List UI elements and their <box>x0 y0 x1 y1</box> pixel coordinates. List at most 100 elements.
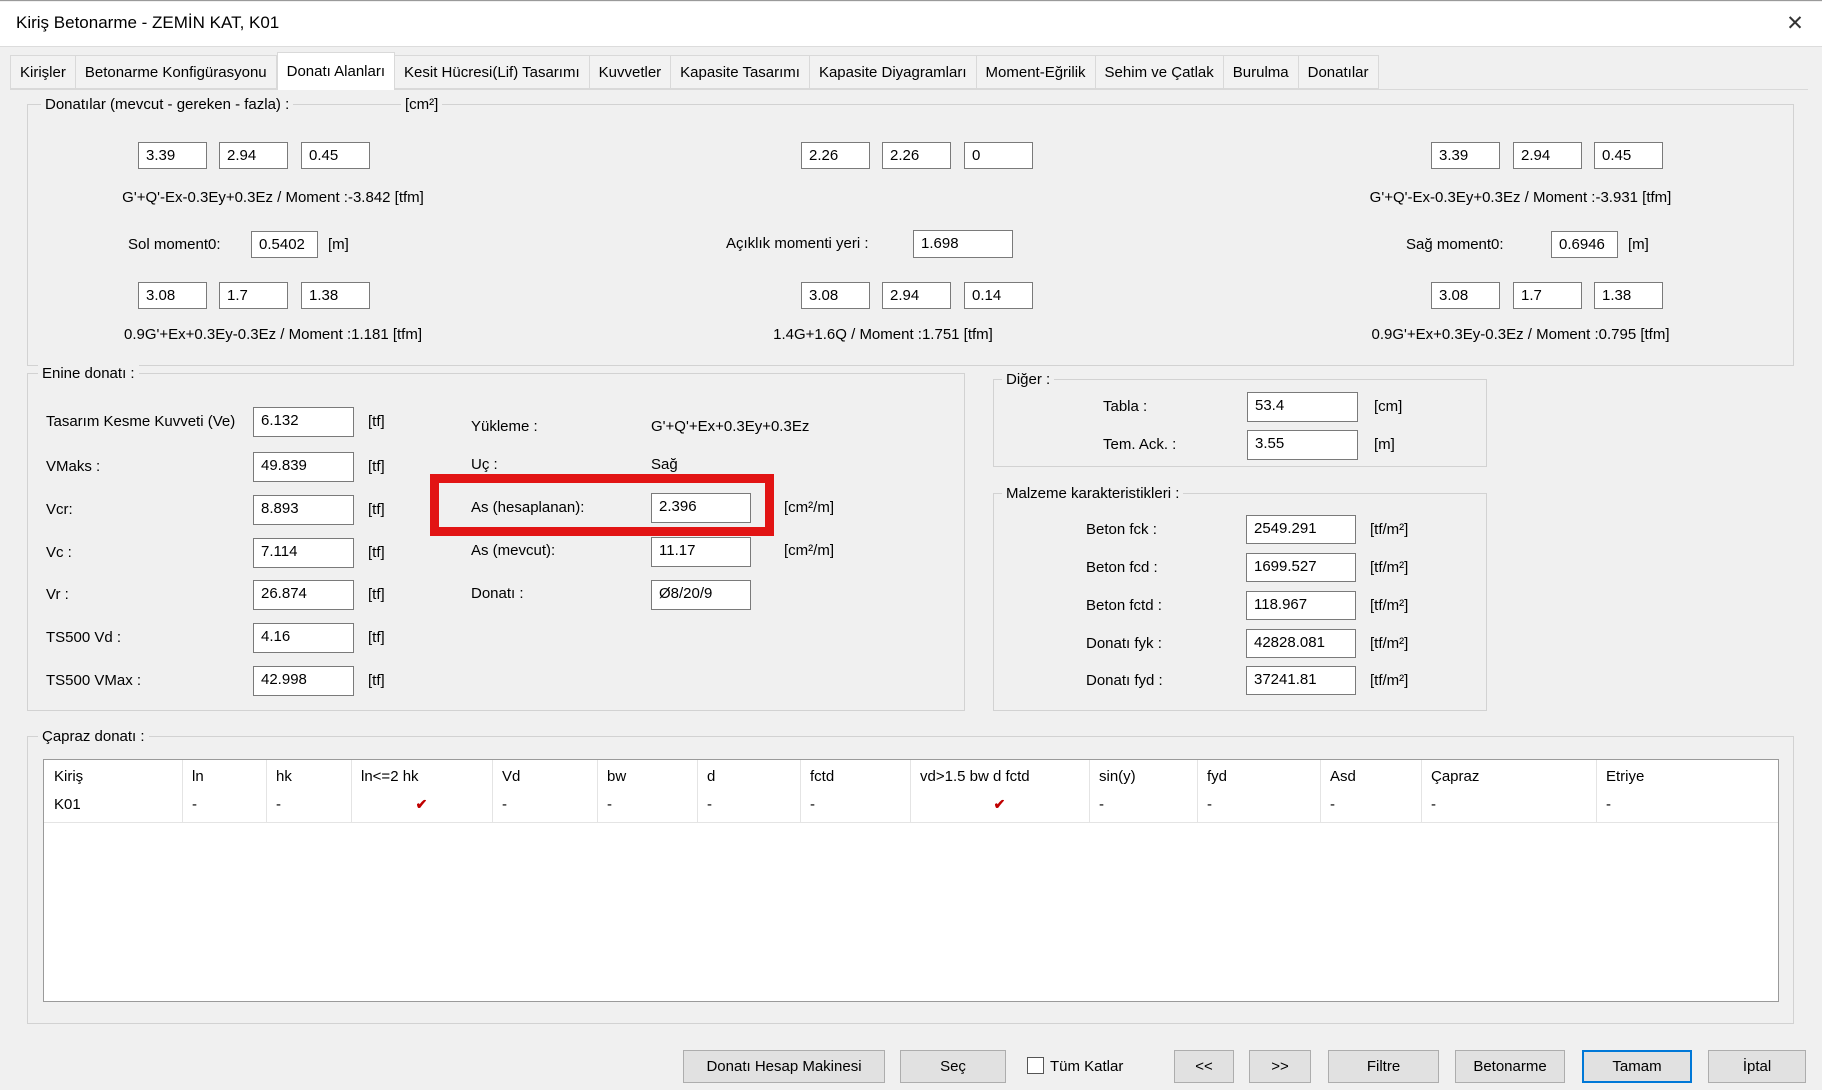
donatilar-middle-bottom-gereken-field[interactable]: 2.94 <box>882 282 951 309</box>
sol-moment0-field[interactable]: 0.5402 <box>251 231 318 258</box>
donati-hesap-makinesi-button[interactable]: Donatı Hesap Makinesi <box>683 1050 885 1083</box>
cell-sin-y: - <box>1099 796 1104 813</box>
tem-ack-unit: [m] <box>1374 436 1395 453</box>
diger-group: Diğer : Tabla : 53.4 [cm] Tem. Ack. : 3.… <box>993 379 1487 467</box>
donatilar-middle-bottom-fazla-field[interactable]: 0.14 <box>964 282 1033 309</box>
diger-group-title: Diğer : <box>1002 371 1054 388</box>
cell-etriye: - <box>1606 796 1611 813</box>
tab-betonarme-konfigurasyonu[interactable]: Betonarme Konfigürasyonu <box>76 55 277 89</box>
donatilar-right-top-fazla-field[interactable]: 0.45 <box>1594 142 1663 169</box>
capraz-donati-group: Çapraz donatı : Kiriş ln hk ln<=2 hk Vd … <box>27 736 1794 1024</box>
betonarme-button[interactable]: Betonarme <box>1455 1050 1565 1083</box>
vc-unit: [tf] <box>368 544 385 561</box>
tab-donati-alanlari[interactable]: Donatı Alanları <box>277 52 395 90</box>
cell-bw: - <box>607 796 612 813</box>
ts500-vmax-field[interactable]: 42.998 <box>253 666 354 696</box>
as-hesaplanan-field[interactable]: 2.396 <box>651 493 751 523</box>
donati-fyd-unit: [tf/m²] <box>1370 672 1408 689</box>
beton-fck-field[interactable]: 2549.291 <box>1246 515 1356 544</box>
donatilar-middle-bottom-mevcut-field[interactable]: 3.08 <box>801 282 870 309</box>
tab-kesit-hucresi-lif-tasarimi[interactable]: Kesit Hücresi(Lif) Tasarımı <box>395 55 590 89</box>
tem-ack-label: Tem. Ack. : <box>1103 436 1176 453</box>
as-mevcut-field[interactable]: 11.17 <box>651 537 751 567</box>
vc-field[interactable]: 7.114 <box>253 538 354 568</box>
tabla-unit: [cm] <box>1374 398 1402 415</box>
tasarim-kesme-kuvveti-field[interactable]: 6.132 <box>253 407 354 437</box>
donati-fyk-label: Donatı fyk : <box>1086 635 1162 652</box>
donati-fyk-field[interactable]: 42828.081 <box>1246 629 1356 658</box>
as-mevcut-label: As (mevcut): <box>471 542 555 559</box>
beton-fctd-label: Beton fctd : <box>1086 597 1162 614</box>
donatilar-left-top-fazla-field[interactable]: 0.45 <box>301 142 370 169</box>
col-fctd: fctd <box>810 768 834 785</box>
col-hk: hk <box>276 768 292 785</box>
beton-fck-unit: [tf/m²] <box>1370 521 1408 538</box>
vr-label: Vr : <box>46 586 69 603</box>
tab-kuvvetler[interactable]: Kuvvetler <box>590 55 672 89</box>
donatilar-left-top-mevcut-field[interactable]: 3.39 <box>138 142 207 169</box>
vmaks-unit: [tf] <box>368 458 385 475</box>
donatilar-middle-top-gereken-field[interactable]: 2.26 <box>882 142 951 169</box>
iptal-button[interactable]: İptal <box>1708 1050 1806 1083</box>
aciklik-momenti-yeri-label: Açıklık momenti yeri : <box>726 235 869 252</box>
tamam-button[interactable]: Tamam <box>1582 1050 1692 1083</box>
donatilar-middle-top-mevcut-field[interactable]: 2.26 <box>801 142 870 169</box>
ts500-vd-field[interactable]: 4.16 <box>253 623 354 653</box>
tum-katlar-label: Tüm Katlar <box>1050 1058 1123 1075</box>
ts500-vd-unit: [tf] <box>368 629 385 646</box>
col-vd-15-bw-d-fctd: vd>1.5 bw d fctd <box>920 768 1030 785</box>
malzeme-group-title: Malzeme karakteristikleri : <box>1002 485 1183 502</box>
yukleme-label: Yükleme : <box>471 418 538 435</box>
tab-kapasite-diyagramlari[interactable]: Kapasite Diyagramları <box>810 55 977 89</box>
tab-moment-egrilik[interactable]: Moment-Eğrilik <box>977 55 1096 89</box>
tab-donatilar[interactable]: Donatılar <box>1299 55 1379 89</box>
tab-kirisler[interactable]: Kirişler <box>10 55 76 89</box>
tum-katlar-checkbox[interactable] <box>1027 1057 1044 1074</box>
next-button[interactable]: >> <box>1249 1050 1311 1083</box>
donatilar-right-bottom-gereken-field[interactable]: 1.7 <box>1513 282 1582 309</box>
donatilar-left-top-gereken-field[interactable]: 2.94 <box>219 142 288 169</box>
tab-burulma[interactable]: Burulma <box>1224 55 1299 89</box>
tem-ack-field[interactable]: 3.55 <box>1247 430 1358 460</box>
donatilar-middle-top-fazla-field[interactable]: 0 <box>964 142 1033 169</box>
vmaks-field[interactable]: 49.839 <box>253 452 354 482</box>
donatilar-right-bottom-mevcut-field[interactable]: 3.08 <box>1431 282 1500 309</box>
sag-moment0-unit: [m] <box>1628 236 1649 253</box>
close-icon[interactable]: ✕ <box>1780 10 1810 38</box>
aciklik-momenti-yeri-field[interactable]: 1.698 <box>913 230 1013 258</box>
donatilar-unit-label: [cm²] <box>401 96 442 113</box>
donatilar-right-bottom-fazla-field[interactable]: 1.38 <box>1594 282 1663 309</box>
vcr-field[interactable]: 8.893 <box>253 495 354 525</box>
beton-fctd-field[interactable]: 118.967 <box>1246 591 1356 620</box>
enine-donati-group-title: Enine donatı : <box>38 365 139 382</box>
cell-kiris: K01 <box>54 796 81 813</box>
cell-asd: - <box>1330 796 1335 813</box>
donatilar-right-top-combo-label: G'+Q'-Ex-0.3Ey+0.3Ez / Moment :-3.931 [t… <box>1343 189 1698 206</box>
sec-button[interactable]: Seç <box>900 1050 1006 1083</box>
donatilar-left-bottom-mevcut-field[interactable]: 3.08 <box>138 282 207 309</box>
filtre-button[interactable]: Filtre <box>1328 1050 1439 1083</box>
cell-fyd: - <box>1207 796 1212 813</box>
vc-label: Vc : <box>46 544 72 561</box>
tab-kapasite-tasarimi[interactable]: Kapasite Tasarımı <box>671 55 810 89</box>
donatilar-left-bottom-fazla-field[interactable]: 1.38 <box>301 282 370 309</box>
donatilar-right-top-gereken-field[interactable]: 2.94 <box>1513 142 1582 169</box>
table-row-k01[interactable]: K01 - - ✔ - - - - ✔ - - - - - <box>44 792 1778 822</box>
beton-fcd-field[interactable]: 1699.527 <box>1246 553 1356 582</box>
cell-capraz: - <box>1431 796 1436 813</box>
previous-button[interactable]: << <box>1174 1050 1234 1083</box>
donati-fyd-field[interactable]: 37241.81 <box>1246 666 1356 695</box>
donati-field[interactable]: Ø8/20/9 <box>651 580 751 610</box>
donati-label: Donatı : <box>471 585 524 602</box>
tab-sehim-ve-catlak[interactable]: Sehim ve Çatlak <box>1096 55 1224 89</box>
sag-moment0-field[interactable]: 0.6946 <box>1551 231 1618 258</box>
vr-field[interactable]: 26.874 <box>253 580 354 610</box>
col-capraz: Çapraz <box>1431 768 1479 785</box>
as-mevcut-unit: [cm²/m] <box>784 542 834 559</box>
tabla-field[interactable]: 53.4 <box>1247 392 1358 422</box>
ts500-vmax-label: TS500 VMax : <box>46 672 141 689</box>
donatilar-left-bottom-gereken-field[interactable]: 1.7 <box>219 282 288 309</box>
donatilar-right-top-mevcut-field[interactable]: 3.39 <box>1431 142 1500 169</box>
vcr-label: Vcr: <box>46 501 73 518</box>
donatilar-group: Donatılar (mevcut - gereken - fazla) : [… <box>27 104 1794 366</box>
